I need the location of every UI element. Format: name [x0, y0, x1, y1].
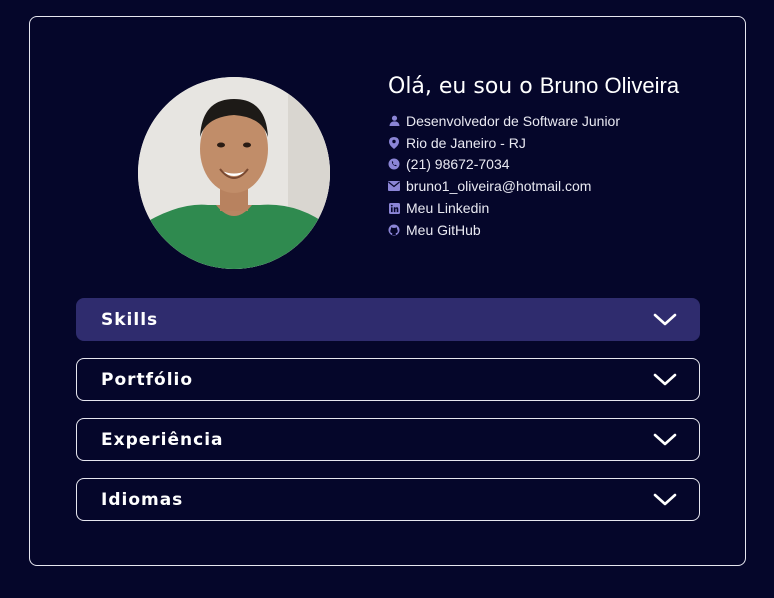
linkedin-icon: [388, 202, 400, 214]
info-item-role: Desenvolvedor de Software Junior: [388, 110, 728, 132]
user-icon: [388, 115, 400, 127]
chevron-down-icon[interactable]: [653, 313, 677, 327]
info-location-text: Rio de Janeiro - RJ: [406, 134, 526, 151]
section-languages-title: Idiomas: [101, 489, 184, 510]
profile-card: Olá, eu sou o Bruno Oliveira Desenvolved…: [29, 16, 746, 566]
greeting-prefix: Olá, eu sou o: [388, 74, 533, 99]
chevron-down-icon[interactable]: [653, 373, 677, 387]
linkedin-link[interactable]: Meu Linkedin: [406, 200, 489, 216]
intro-block: Olá, eu sou o Bruno Oliveira Desenvolved…: [388, 73, 728, 241]
section-languages[interactable]: Idiomas: [76, 478, 700, 521]
greeting-heading: Olá, eu sou o Bruno Oliveira: [388, 73, 728, 100]
info-role-text: Desenvolvedor de Software Junior: [406, 112, 621, 129]
info-item-phone: (21) 98672-7034: [388, 154, 728, 176]
whatsapp-icon: [388, 158, 400, 170]
section-experience-title: Experiência: [101, 429, 224, 450]
contact-info-list: Desenvolvedor de Software Junior Rio de …: [388, 110, 728, 241]
info-phone-text: (21) 98672-7034: [406, 156, 510, 173]
github-link[interactable]: Meu GitHub: [406, 222, 481, 238]
accordion-sections: Skills Portfólio Experiência Idiomas: [76, 298, 700, 538]
info-item-github[interactable]: Meu GitHub: [388, 219, 728, 241]
profile-photo-image: [138, 77, 330, 269]
section-experience[interactable]: Experiência: [76, 418, 700, 461]
envelope-icon: [388, 180, 400, 192]
section-portfolio[interactable]: Portfólio: [76, 358, 700, 401]
info-item-location: Rio de Janeiro - RJ: [388, 132, 728, 154]
profile-photo: [138, 77, 330, 269]
chevron-down-icon[interactable]: [653, 493, 677, 507]
section-portfolio-title: Portfólio: [101, 369, 194, 390]
section-skills[interactable]: Skills: [76, 298, 700, 341]
section-skills-title: Skills: [101, 309, 159, 330]
info-item-linkedin[interactable]: Meu Linkedin: [388, 197, 728, 219]
email-link[interactable]: bruno1_oliveira@hotmail.com: [406, 178, 591, 194]
map-pin-icon: [388, 136, 400, 149]
github-icon: [388, 224, 400, 236]
info-item-email[interactable]: bruno1_oliveira@hotmail.com: [388, 175, 728, 197]
profile-name: Bruno Oliveira: [539, 73, 680, 98]
chevron-down-icon[interactable]: [653, 433, 677, 447]
